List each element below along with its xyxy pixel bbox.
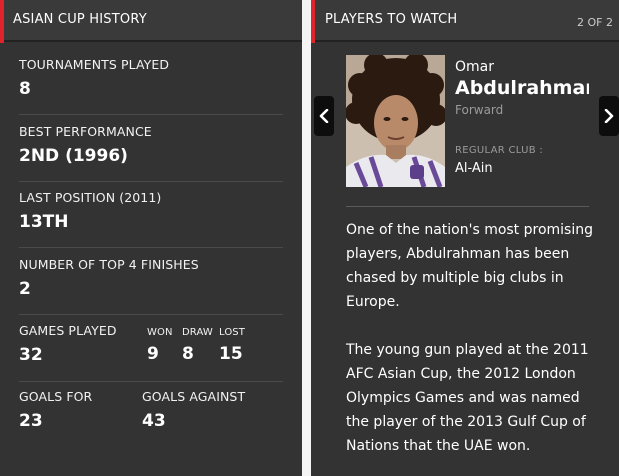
- goals-stat: GOALS FOR 23 GOALS AGAINST 43: [19, 389, 283, 447]
- club-name: Al-Ain: [455, 161, 493, 176]
- stat-label: TOURNAMENTS PLAYED: [19, 57, 170, 72]
- goals-against-value: 43: [142, 411, 166, 431]
- history-title: ASIAN CUP HISTORY: [13, 12, 147, 27]
- chevron-left-icon: [319, 109, 329, 123]
- player-first-name: Omar: [455, 59, 494, 75]
- stat-label: NUMBER OF TOP 4 FINISHES: [19, 257, 199, 272]
- player-last-name: Abdulrahman: [455, 77, 589, 99]
- pager-indicator: 2 OF 2: [577, 16, 613, 29]
- player-bio: One of the nation's most promising playe…: [346, 218, 596, 458]
- draw-value: 8: [182, 344, 194, 364]
- divider: [346, 206, 589, 207]
- stat-label: LAST POSITION (2011): [19, 190, 162, 205]
- players-to-watch-panel: PLAYERS TO WATCH 2 OF 2 Omar Abdulrahman…: [311, 0, 619, 476]
- last-position-stat: LAST POSITION (2011) 13TH: [19, 190, 283, 248]
- won-stat: WON 9: [147, 327, 173, 364]
- won-value: 9: [147, 344, 159, 364]
- asian-cup-history-panel: ASIAN CUP HISTORY TOURNAMENTS PLAYED 8 B…: [0, 0, 302, 476]
- chevron-right-icon: [604, 109, 614, 123]
- lost-stat: LOST 15: [219, 327, 245, 364]
- next-player-button[interactable]: [599, 96, 619, 136]
- tournaments-played-stat: TOURNAMENTS PLAYED 8: [19, 57, 283, 115]
- stat-value: 8: [19, 79, 31, 99]
- goals-against-stat: GOALS AGAINST 43: [142, 389, 245, 431]
- stat-label: BEST PERFORMANCE: [19, 124, 152, 139]
- games-played-stat: GAMES PLAYED 32 WON 9 DRAW 8 LOST 15: [19, 323, 283, 382]
- goals-against-label: GOALS AGAINST: [142, 389, 246, 404]
- bio-paragraph: One of the nation's most promising playe…: [346, 222, 593, 310]
- best-performance-stat: BEST PERFORMANCE 2ND (1996): [19, 124, 283, 182]
- previous-player-button[interactable]: [314, 96, 334, 136]
- lost-label: LOST: [219, 327, 245, 338]
- player-position: Forward: [455, 103, 504, 117]
- history-header: ASIAN CUP HISTORY: [0, 0, 302, 43]
- players-header: PLAYERS TO WATCH 2 OF 2: [311, 0, 619, 43]
- player-photo: [346, 55, 445, 187]
- top4-finishes-stat: NUMBER OF TOP 4 FINISHES 2: [19, 257, 283, 315]
- stat-value: 2ND (1996): [19, 146, 128, 166]
- draw-stat: DRAW 8: [182, 327, 213, 364]
- stat-value: 2: [19, 279, 31, 299]
- stat-value: 13TH: [19, 212, 69, 232]
- players-title: PLAYERS TO WATCH: [325, 12, 458, 27]
- won-label: WON: [147, 327, 173, 338]
- club-label: REGULAR CLUB :: [455, 145, 544, 156]
- bio-paragraph: The young gun played at the 2011 AFC Asi…: [346, 342, 589, 454]
- draw-label: DRAW: [182, 327, 213, 338]
- lost-value: 15: [219, 344, 243, 364]
